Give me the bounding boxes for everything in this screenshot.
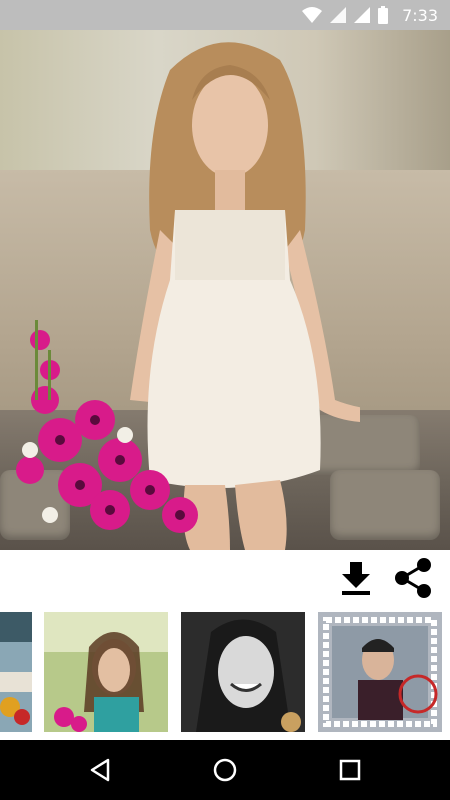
status-bar: 7:33 — [0, 0, 450, 30]
navigation-bar — [0, 740, 450, 800]
frame-thumb-2[interactable] — [44, 612, 168, 732]
edited-photo — [0, 30, 450, 550]
frame-thumbnails — [0, 608, 450, 736]
back-icon — [90, 758, 110, 782]
share-icon — [395, 558, 431, 598]
recents-icon — [339, 759, 361, 781]
frame-thumb-3[interactable] — [181, 612, 305, 732]
wifi-icon — [302, 7, 323, 23]
frame-thumb-1[interactable] — [0, 612, 32, 732]
action-row — [0, 550, 450, 606]
home-icon — [213, 758, 237, 782]
signal-icon — [330, 7, 347, 23]
frame-thumb-4[interactable] — [318, 612, 442, 732]
back-button[interactable] — [80, 750, 120, 790]
download-button[interactable] — [336, 558, 376, 598]
status-icons: 7:33 — [302, 5, 438, 25]
home-button[interactable] — [205, 750, 245, 790]
recents-button[interactable] — [330, 750, 370, 790]
download-icon — [342, 562, 370, 595]
battery-icon — [378, 6, 389, 24]
signal-icon — [354, 7, 371, 23]
status-time: 7:33 — [402, 5, 438, 25]
flower-bouquet-decoration — [16, 320, 198, 533]
share-button[interactable] — [393, 558, 433, 598]
